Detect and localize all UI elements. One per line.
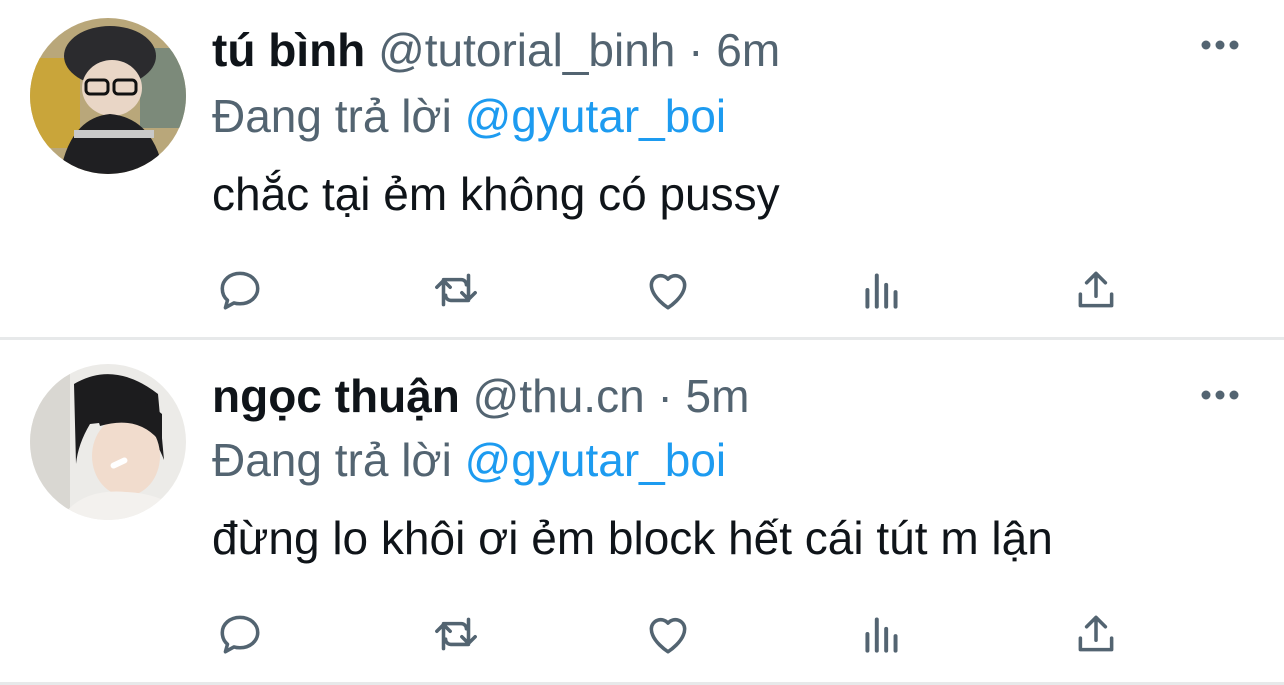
display-name[interactable]: tú bình bbox=[212, 24, 365, 76]
action-bar bbox=[212, 262, 1132, 318]
replying-to-label: Đang trả lời bbox=[212, 434, 452, 486]
user-handle[interactable]: @tutorial_binh bbox=[378, 24, 675, 76]
user-handle[interactable]: @thu.cn bbox=[473, 370, 645, 422]
avatar[interactable] bbox=[30, 18, 186, 174]
reply-icon[interactable] bbox=[212, 606, 268, 662]
timestamp[interactable]: 5m bbox=[686, 370, 750, 422]
tweet-header: tú bình @tutorial_binh · 6m bbox=[212, 22, 780, 78]
like-icon[interactable] bbox=[640, 606, 696, 662]
replying-to-label: Đang trả lời bbox=[212, 90, 452, 142]
tweet[interactable]: ngọc thuận @thu.cn · 5m Đang trả lời @gy… bbox=[0, 340, 1284, 685]
more-options-icon[interactable] bbox=[1200, 30, 1240, 60]
replying-to: Đang trả lời @gyutar_boi bbox=[212, 88, 726, 144]
more-options-icon[interactable] bbox=[1200, 380, 1240, 410]
mention-link[interactable]: @gyutar_boi bbox=[465, 90, 727, 142]
separator-dot: · bbox=[657, 370, 673, 422]
tweet-text: đừng lo khôi ơi ẻm block hết cái tút m l… bbox=[212, 512, 1053, 564]
share-icon[interactable] bbox=[1068, 262, 1124, 318]
views-icon[interactable] bbox=[854, 262, 910, 318]
display-name[interactable]: ngọc thuận bbox=[212, 370, 460, 422]
views-icon[interactable] bbox=[854, 606, 910, 662]
like-icon[interactable] bbox=[640, 262, 696, 318]
replying-to: Đang trả lời @gyutar_boi bbox=[212, 432, 726, 488]
retweet-icon[interactable] bbox=[428, 606, 484, 662]
action-bar bbox=[212, 606, 1132, 662]
retweet-icon[interactable] bbox=[428, 262, 484, 318]
avatar[interactable] bbox=[30, 364, 186, 520]
share-icon[interactable] bbox=[1068, 606, 1124, 662]
tweet-header: ngọc thuận @thu.cn · 5m bbox=[212, 368, 749, 424]
reply-icon[interactable] bbox=[212, 262, 268, 318]
timestamp[interactable]: 6m bbox=[716, 24, 780, 76]
separator-dot: · bbox=[688, 24, 704, 76]
tweet-text: chắc tại ẻm không có pussy bbox=[212, 168, 780, 220]
tweet[interactable]: tú bình @tutorial_binh · 6m Đang trả lời… bbox=[0, 0, 1284, 340]
mention-link[interactable]: @gyutar_boi bbox=[465, 434, 727, 486]
